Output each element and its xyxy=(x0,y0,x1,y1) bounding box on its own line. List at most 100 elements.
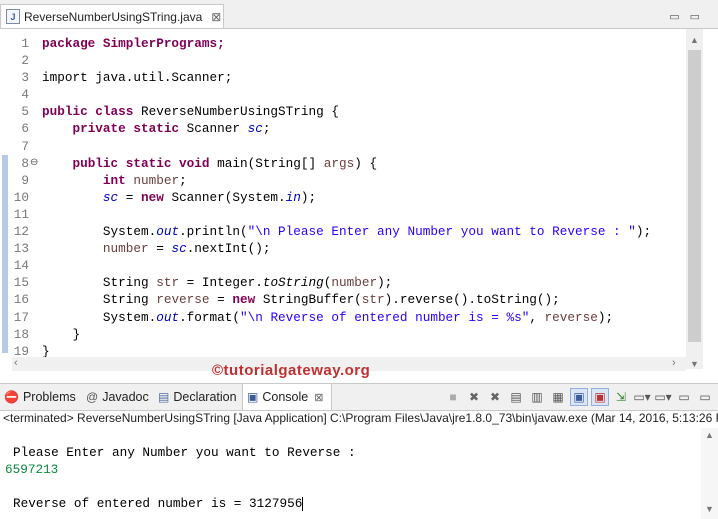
scroll-lock-icon[interactable]: ▥ xyxy=(528,388,546,406)
punctuation: ); xyxy=(377,275,393,291)
line-number: 18 xyxy=(13,326,29,342)
operator: = xyxy=(148,241,172,257)
variable: number xyxy=(102,241,149,257)
operator: = xyxy=(118,189,141,205)
code-line: 15 String str = Integer.toString(number)… xyxy=(0,274,651,291)
code-line: 14 xyxy=(0,257,651,274)
console-output[interactable]: Please Enter any Number you want to Reve… xyxy=(0,428,718,519)
variable: str xyxy=(156,275,180,291)
console-icon: ▣ xyxy=(247,390,259,404)
variable: str xyxy=(361,292,385,308)
punctuation: , xyxy=(529,309,545,325)
string-literal: "\n Please Enter any Number you want to … xyxy=(247,224,636,240)
fold-collapse-icon[interactable]: ⊖ xyxy=(30,155,38,172)
tab-declaration[interactable]: ▤ Declaration xyxy=(158,384,237,410)
line-number: 15 xyxy=(13,275,29,291)
scroll-right-icon[interactable]: › xyxy=(672,357,676,369)
line-number: 9 xyxy=(21,172,29,188)
console-result-line: Reverse of entered number is = 3127956 xyxy=(13,496,304,511)
code-area[interactable]: 1 package SimplerPrograms; 2 3 import java… xyxy=(0,35,651,360)
scroll-down-icon[interactable]: ▼ xyxy=(686,359,703,369)
code-line: 5 public class ReverseNumberUsingSTring { xyxy=(0,103,651,120)
code-line: 1 package SimplerPrograms; xyxy=(0,35,651,52)
editor-tab-label: ReverseNumberUsingSTring.java xyxy=(24,9,203,24)
code-line: 4 xyxy=(0,86,651,103)
variable: reverse xyxy=(544,309,598,325)
code-line: 12 System.out.println("\n Please Enter a… xyxy=(0,223,651,240)
method-signature: main(String[] xyxy=(209,155,324,171)
bottom-panel-tab-bar: ⛔ Problems @ Javadoc ▤ Declaration ▣ Console… xyxy=(0,383,718,411)
code-line: 16 String reverse = new StringBuffer(str… xyxy=(0,291,651,308)
method-call: .println( xyxy=(179,224,248,240)
text-cursor xyxy=(302,496,304,511)
scroll-up-icon[interactable]: ▲ xyxy=(701,430,718,440)
pin-console-icon[interactable]: ⇲ xyxy=(612,388,630,406)
static-field: in xyxy=(285,189,301,205)
variable: number xyxy=(331,275,378,291)
type-name: String xyxy=(102,292,157,308)
method-call: .nextInt(); xyxy=(186,241,271,257)
import-statement: import java.util.Scanner; xyxy=(42,70,233,86)
code-line: 10 sc = new Scanner(System.in); xyxy=(0,189,651,206)
console-prompt: Please Enter any Number you want to Reve… xyxy=(13,445,356,460)
line-number: 2 xyxy=(21,53,29,69)
punctuation: ) { xyxy=(354,155,378,171)
show-on-output-icon[interactable]: ▣ xyxy=(570,388,588,406)
editor-vertical-scrollbar[interactable]: ▲ ▼ xyxy=(686,29,703,369)
parameter: args xyxy=(323,155,355,171)
editor-tab-bar: J ReverseNumberUsingSTring.java ⊠ ▭▭ xyxy=(0,0,718,29)
class-ref: = Integer. xyxy=(179,275,263,291)
display-console-icon[interactable]: ▭▾ xyxy=(633,388,651,406)
constructor-call: Scanner(System. xyxy=(163,189,286,205)
class-ref: System. xyxy=(102,224,157,240)
tab-console[interactable]: ▣ Console ⊠ xyxy=(242,384,332,410)
clear-console-icon[interactable]: ▤ xyxy=(507,388,525,406)
console-toolbar: ■ ✖ ✖ ▤ ▥ ▦ ▣ ▣ ⇲ ▭▾ ▭▾ ▭ ▭ xyxy=(444,384,714,410)
editor-tab-reverse-number[interactable]: J ReverseNumberUsingSTring.java ⊠ xyxy=(0,4,224,28)
type-name: String xyxy=(102,275,157,291)
maximize-icon[interactable]: ▭ xyxy=(696,388,714,406)
scroll-up-icon[interactable]: ▲ xyxy=(686,35,703,45)
declaration-icon: ▤ xyxy=(158,390,170,404)
line-number: 6 xyxy=(21,121,29,137)
open-console-icon[interactable]: ▭▾ xyxy=(654,388,672,406)
show-on-error-icon[interactable]: ▣ xyxy=(591,388,609,406)
constructor-call: StringBuffer( xyxy=(255,292,362,308)
punctuation: ; xyxy=(179,172,187,188)
punctuation: ); xyxy=(597,309,614,325)
console-vertical-scrollbar[interactable]: ▲ ▼ xyxy=(701,428,718,519)
maximize-icon[interactable]: ▭ xyxy=(690,11,710,23)
line-number: 5 xyxy=(21,104,29,120)
at-sign-icon: @ xyxy=(86,390,99,404)
punctuation: ); xyxy=(635,224,652,240)
code-line: 6 private static Scanner sc; xyxy=(0,120,651,137)
tab-problems[interactable]: ⛔ Problems xyxy=(4,384,76,410)
close-icon[interactable]: ⊠ xyxy=(211,10,221,24)
code-line: 2 xyxy=(0,52,651,69)
minimize-icon[interactable]: ▭ xyxy=(669,11,689,23)
scroll-down-icon[interactable]: ▼ xyxy=(701,504,718,514)
tab-label: Javadoc xyxy=(102,390,149,404)
code-line: 8 ⊖ public static void main(String[] args… xyxy=(0,155,651,172)
code-line: 3 import java.util.Scanner; xyxy=(0,69,651,86)
class-name: ReverseNumberUsingSTring { xyxy=(133,104,339,120)
line-number: 3 xyxy=(21,70,29,86)
line-number: 16 xyxy=(13,292,29,308)
terminate-icon[interactable]: ■ xyxy=(444,388,462,406)
code-line: 13 number = sc.nextInt(); xyxy=(0,240,651,257)
variable: reverse xyxy=(156,292,210,308)
code-editor[interactable]: 1 package SimplerPrograms; 2 3 import java… xyxy=(0,29,718,360)
punctuation: ); xyxy=(300,189,317,205)
scroll-thumb[interactable] xyxy=(688,50,701,342)
line-number: 13 xyxy=(13,241,29,257)
minimize-icon[interactable]: ▭ xyxy=(675,388,693,406)
tab-javadoc[interactable]: @ Javadoc xyxy=(86,384,149,410)
remove-launch-icon[interactable]: ✖ xyxy=(465,388,483,406)
type-name: Scanner xyxy=(179,121,248,137)
code-line: 11 xyxy=(0,206,651,223)
word-wrap-icon[interactable]: ▦ xyxy=(549,388,567,406)
console-status-line: <terminated> ReverseNumberUsingSTring [J… xyxy=(3,411,718,425)
remove-all-icon[interactable]: ✖ xyxy=(486,388,504,406)
close-icon[interactable]: ⊠ xyxy=(314,391,323,404)
scroll-left-icon[interactable]: ‹ xyxy=(14,357,18,369)
